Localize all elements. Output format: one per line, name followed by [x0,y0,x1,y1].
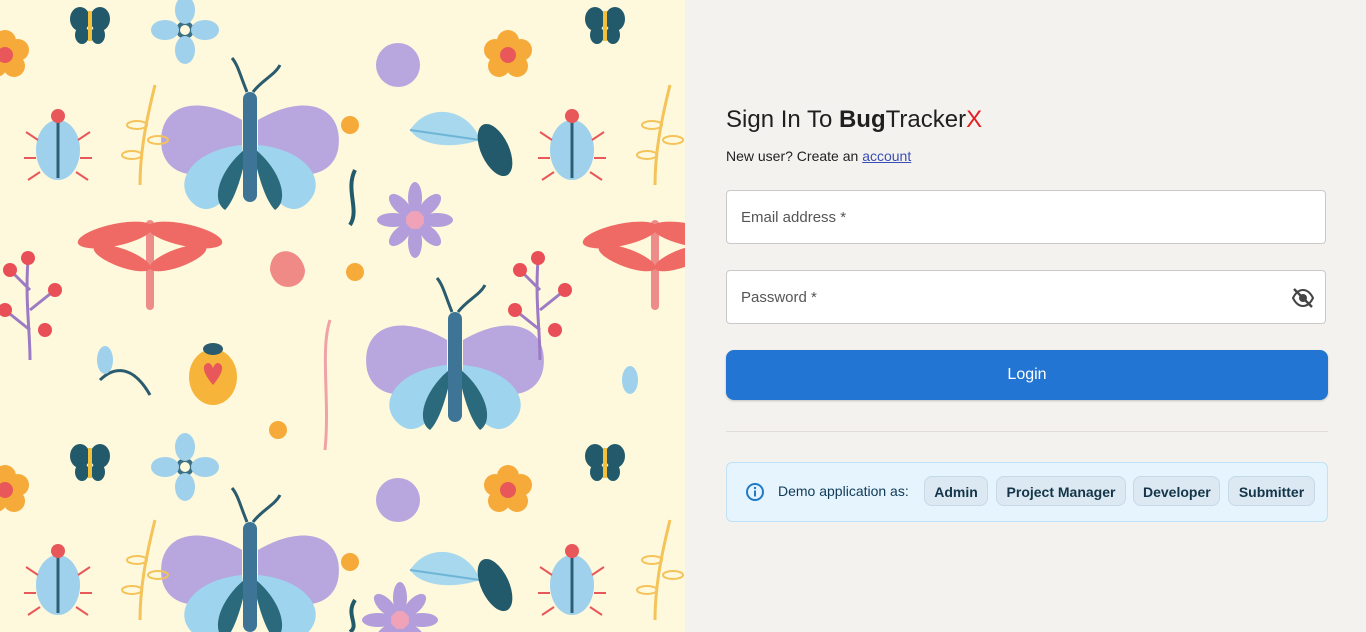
login-button[interactable]: Login [726,350,1328,400]
new-user-text: New user? Create an [726,148,863,164]
new-user-prompt: New user? Create an account [726,148,911,164]
create-account-link[interactable]: account [862,148,911,164]
title-prefix: Sign In To [726,106,839,133]
brand-name-accent: X [966,106,983,133]
password-field [726,270,1326,324]
eye-off-icon[interactable] [1291,287,1315,309]
password-input[interactable] [727,271,1281,323]
insect-pattern-illustration [0,0,685,632]
demo-label: Demo application as: [778,483,909,499]
decorative-pattern-panel [0,0,685,632]
demo-role-project-manager-button[interactable]: Project Manager [996,476,1126,506]
brand-name-regular: Tracker [885,106,967,133]
sign-in-panel: Sign In To BugTrackerX New user? Create … [685,0,1366,632]
demo-role-developer-button[interactable]: Developer [1133,476,1220,506]
demo-role-admin-button[interactable]: Admin [924,476,988,506]
brand-name-bold: Bug [838,106,886,133]
divider [726,431,1328,432]
email-input[interactable] [727,191,1281,243]
demo-login-box: Demo application as: Admin Project Manag… [726,462,1328,522]
demo-role-submitter-button[interactable]: Submitter [1228,476,1315,506]
info-icon [745,482,765,502]
email-field [726,190,1326,244]
page-title: Sign In To BugTrackerX [726,106,982,134]
